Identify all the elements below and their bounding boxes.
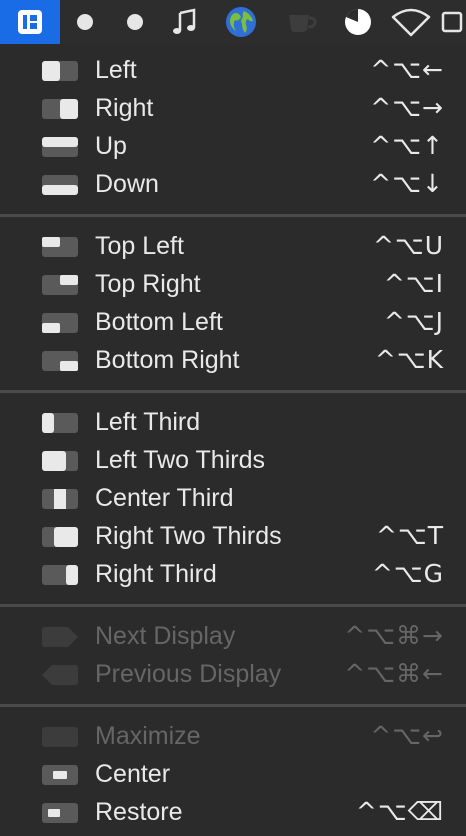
menu-item-up[interactable]: Up ^⌥↑ (0, 127, 466, 165)
menu-item-shortcut: ^⌥G (371, 559, 444, 588)
right-third-icon (42, 565, 78, 585)
menu-item-label: Right Two Thirds (95, 522, 282, 550)
menu-item-right[interactable]: Right ^⌥→ (0, 89, 466, 127)
bottom-left-icon (42, 313, 78, 333)
menu-item-label: Top Left (95, 232, 184, 260)
globe-icon[interactable] (210, 0, 272, 44)
menu-item-left-two-thirds[interactable]: Left Two Thirds (0, 441, 466, 479)
menu-item-left[interactable]: Left ^⌥← (0, 51, 466, 89)
bottom-half-icon (42, 175, 78, 195)
menu-item-shortcut: ^⌥I (383, 269, 444, 298)
menu-item-down[interactable]: Down ^⌥↓ (0, 165, 466, 203)
menu-item-label: Previous Display (95, 660, 282, 688)
menu-item-label: Maximize (95, 722, 201, 750)
menu-item-shortcut: ^⌥U (372, 231, 444, 260)
menu-item-label: Left Third (95, 408, 201, 436)
menu-item-bottom-right[interactable]: Bottom Right ^⌥K (0, 341, 466, 379)
top-left-icon (42, 237, 78, 257)
menu-item-shortcut: ^⌥↓ (370, 169, 444, 198)
menu-item-center-third[interactable]: Center Third (0, 479, 466, 517)
maximize-icon (42, 727, 78, 747)
menu-separator (0, 604, 466, 607)
right-half-icon (42, 99, 78, 119)
menu-item-label: Center (95, 760, 171, 788)
left-half-icon (42, 61, 78, 81)
menu-item-label: Bottom Right (95, 346, 240, 374)
menu-item-top-right[interactable]: Top Right ^⌥I (0, 265, 466, 303)
menu-item-shortcut: ^⌥↑ (370, 131, 444, 160)
next-display-icon (42, 627, 78, 647)
left-third-icon (42, 413, 78, 433)
menu-item-shortcut: ^⌥→ (370, 93, 444, 122)
menu-item-shortcut: ^⌥⌘← (344, 659, 444, 688)
center-third-icon (42, 489, 78, 509)
menu-separator (0, 704, 466, 707)
menu-separator (0, 390, 466, 393)
menu-item-shortcut: ^⌥⌘→ (344, 621, 444, 650)
menu-item-label: Top Right (95, 270, 201, 298)
right-two-thirds-icon (42, 527, 78, 547)
menu-item-next-display: Next Display ^⌥⌘→ (0, 617, 466, 655)
menu-item-restore[interactable]: Restore ^⌥⌫ (0, 793, 466, 831)
menu-item-shortcut: ^⌥← (370, 55, 444, 84)
clock-icon[interactable] (332, 0, 384, 44)
top-half-icon (42, 137, 78, 157)
menu-item-bottom-left[interactable]: Bottom Left ^⌥J (0, 303, 466, 341)
menu-item-shortcut: ^⌥J (383, 307, 444, 336)
dot-icon[interactable] (110, 0, 160, 44)
menu-item-label: Left (95, 56, 137, 84)
top-right-icon (42, 275, 78, 295)
menu-separator (0, 214, 466, 217)
menu-item-label: Right (95, 94, 154, 122)
music-note-icon[interactable] (160, 0, 210, 44)
menu-item-left-third[interactable]: Left Third (0, 403, 466, 441)
menu-item-label: Restore (95, 798, 183, 826)
menu-item-shortcut: ^⌥↩ (370, 721, 444, 750)
restore-icon (42, 803, 78, 823)
menu-item-right-two-thirds[interactable]: Right Two Thirds ^⌥T (0, 517, 466, 555)
menu-item-label: Bottom Left (95, 308, 223, 336)
menu-item-shortcut: ^⌥T (375, 521, 444, 550)
menu-item-label: Right Third (95, 560, 217, 588)
menu-item-top-left[interactable]: Top Left ^⌥U (0, 227, 466, 265)
square-icon[interactable] (438, 0, 466, 44)
menu-item-previous-display: Previous Display ^⌥⌘← (0, 655, 466, 693)
menu-item-label: Left Two Thirds (95, 446, 265, 474)
previous-display-icon (42, 665, 78, 685)
rectangle-menu: Left ^⌥← Right ^⌥→ Up ^⌥↑ Down ^⌥↓ Top L (0, 44, 466, 836)
rectangle-app-icon[interactable] (0, 0, 60, 44)
menu-item-shortcut: ^⌥⌫ (355, 797, 444, 826)
center-icon (42, 765, 78, 785)
left-two-thirds-icon (42, 451, 78, 471)
menu-item-label: Down (95, 170, 159, 198)
menu-item-label: Center Third (95, 484, 234, 512)
dot-icon[interactable] (60, 0, 110, 44)
menu-item-label: Next Display (95, 622, 236, 650)
menu-item-maximize: Maximize ^⌥↩ (0, 717, 466, 755)
menu-item-shortcut: ^⌥K (374, 345, 444, 374)
menu-item-right-third[interactable]: Right Third ^⌥G (0, 555, 466, 593)
wifi-icon[interactable] (384, 0, 438, 44)
menu-bar (0, 0, 466, 44)
coffee-cup-icon[interactable] (272, 0, 332, 44)
menu-item-center[interactable]: Center (0, 755, 466, 793)
menu-item-label: Up (95, 132, 127, 160)
bottom-right-icon (42, 351, 78, 371)
